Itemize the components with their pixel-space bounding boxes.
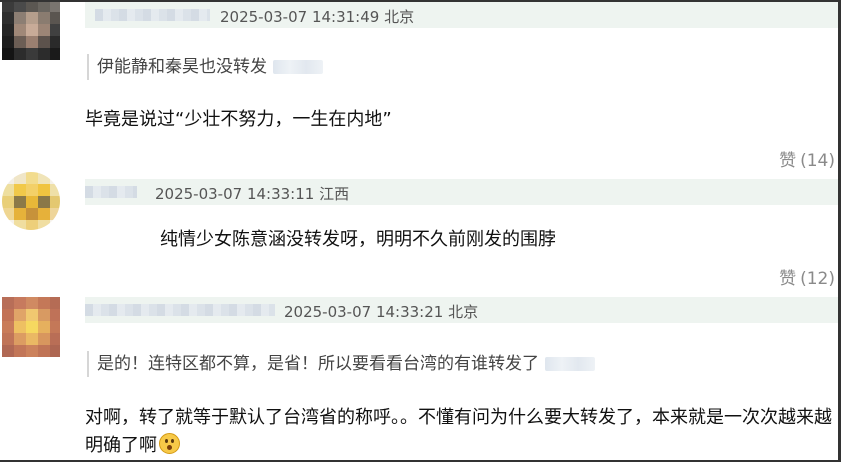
username-masked[interactable] bbox=[85, 304, 275, 316]
masked-username bbox=[545, 357, 595, 371]
avatar[interactable] bbox=[2, 2, 60, 60]
comment-list: 2025-03-07 14:31:49 北京 伊能静和秦昊也没转发 毕竟是说过“… bbox=[0, 0, 841, 462]
comment-text: 毕竟是说过“少壮不努力，一生在内地” bbox=[85, 109, 392, 130]
username-masked[interactable] bbox=[85, 186, 137, 198]
like-label: 赞 bbox=[779, 269, 797, 289]
like-label: 赞 bbox=[779, 151, 797, 171]
comment-text: 对啊，转了就等于默认了台湾省的称呼。。不懂有问为什么要大转发了，本来就是一次次越… bbox=[85, 404, 837, 460]
astonished-face-icon bbox=[159, 433, 180, 454]
comment-timestamp: 2025-03-07 14:31:49 bbox=[220, 8, 380, 26]
comment-text: 纯情少女陈意涵没转发呀，明明不久前刚发的围脖 bbox=[160, 229, 556, 250]
quoted-reply-text: 是的！连特区都不算，是省！所以要看看台湾的有谁转发了 bbox=[97, 354, 539, 374]
like-button[interactable]: 赞 (14) bbox=[779, 146, 835, 171]
comment-header: 2025-03-07 14:33:21 北京 bbox=[85, 297, 838, 323]
avatar[interactable] bbox=[2, 172, 60, 230]
comment-timestamp: 2025-03-07 14:33:21 bbox=[284, 303, 444, 321]
like-count: (14) bbox=[800, 151, 835, 171]
like-button[interactable]: 赞 (12) bbox=[779, 264, 835, 289]
comment-location: 北京 bbox=[448, 303, 479, 321]
masked-username bbox=[273, 60, 323, 74]
quoted-reply: 是的！连特区都不算，是省！所以要看看台湾的有谁转发了 bbox=[87, 351, 595, 377]
comment-header: 2025-03-07 14:31:49 北京 bbox=[85, 2, 838, 28]
comment-location: 江西 bbox=[319, 185, 350, 203]
quoted-reply-text: 伊能静和秦昊也没转发 bbox=[97, 57, 267, 77]
quoted-reply: 伊能静和秦昊也没转发 bbox=[87, 54, 323, 80]
comment-meta: 2025-03-07 14:33:11 江西 bbox=[155, 183, 349, 204]
comment-timestamp: 2025-03-07 14:33:11 bbox=[155, 185, 315, 203]
comment-meta: 2025-03-07 14:33:21 北京 bbox=[284, 301, 478, 322]
comment-location: 北京 bbox=[384, 8, 415, 26]
comment-meta: 2025-03-07 14:31:49 北京 bbox=[220, 6, 414, 27]
like-count: (12) bbox=[800, 269, 835, 289]
comment-text-content: 对啊，转了就等于默认了台湾省的称呼。。不懂有问为什么要大转发了，本来就是一次次越… bbox=[85, 407, 832, 456]
avatar[interactable] bbox=[2, 297, 60, 357]
comment-header: 2025-03-07 14:33:11 江西 bbox=[85, 179, 838, 205]
username-masked[interactable] bbox=[95, 9, 210, 21]
